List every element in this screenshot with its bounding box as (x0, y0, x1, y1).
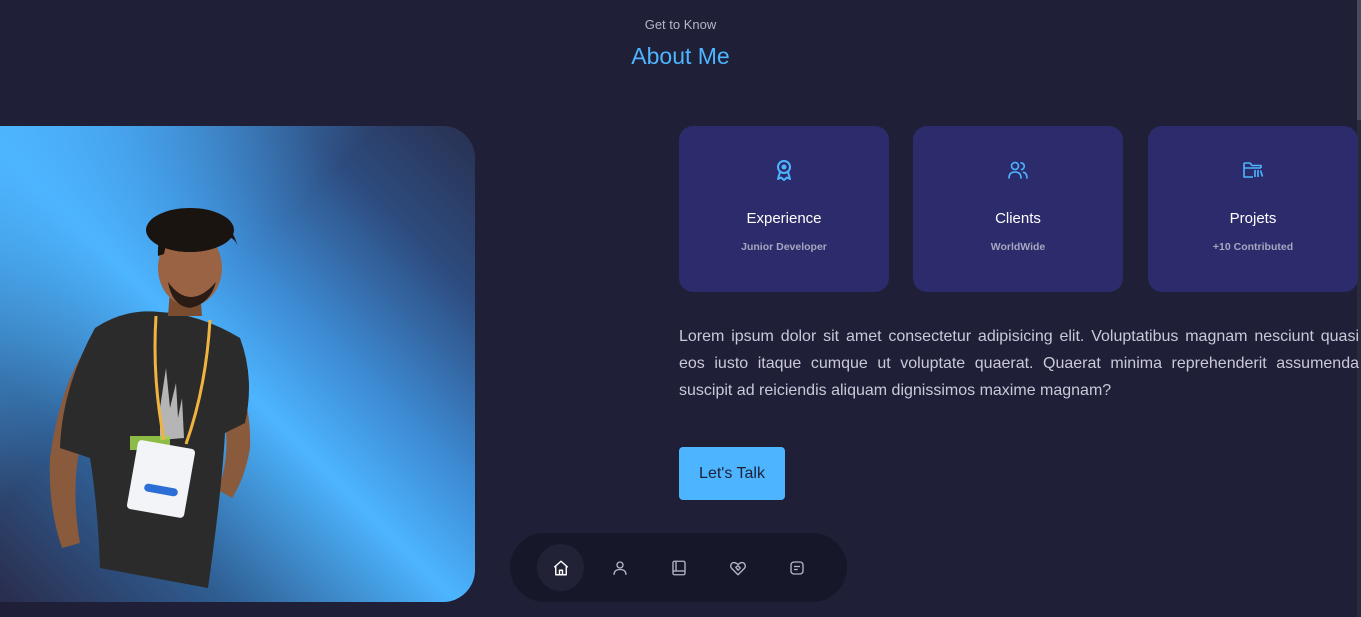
card-title: Clients (995, 210, 1041, 227)
section-subtitle: Get to Know (644, 17, 717, 32)
nav-about[interactable] (596, 544, 643, 591)
nav-experience[interactable] (655, 544, 702, 591)
card-title: Projets (1229, 210, 1277, 227)
section-title: About Me (631, 43, 730, 69)
experience-card[interactable]: Experience Junior Developer (679, 126, 889, 292)
lets-talk-button[interactable]: Let's Talk (679, 447, 785, 500)
nav-services[interactable] (714, 544, 761, 591)
projects-card[interactable]: Projets +10 Contributed (1148, 126, 1358, 292)
services-icon (729, 561, 746, 575)
floating-nav-bar (510, 533, 847, 602)
profile-photo-card (0, 126, 475, 602)
folder-icon (1148, 158, 1358, 182)
users-icon (913, 158, 1123, 182)
nav-contact[interactable] (773, 544, 820, 591)
book-icon (671, 560, 686, 575)
about-paragraph: Lorem ipsum dolor sit amet consectetur a… (679, 328, 1359, 399)
user-icon (612, 560, 627, 575)
clients-card[interactable]: Clients WorldWide (913, 126, 1123, 292)
scrollbar[interactable] (1357, 0, 1361, 617)
nav-home[interactable] (537, 544, 584, 591)
message-icon (789, 560, 804, 575)
card-subtitle: +10 Contributed (1212, 241, 1294, 253)
scrollbar-thumb[interactable] (1357, 0, 1361, 120)
card-subtitle: Junior Developer (741, 241, 827, 253)
profile-photo (49, 208, 251, 588)
home-icon (553, 560, 568, 575)
card-title: Experience (746, 210, 822, 227)
card-subtitle: WorldWide (990, 241, 1046, 253)
award-icon (679, 158, 889, 182)
